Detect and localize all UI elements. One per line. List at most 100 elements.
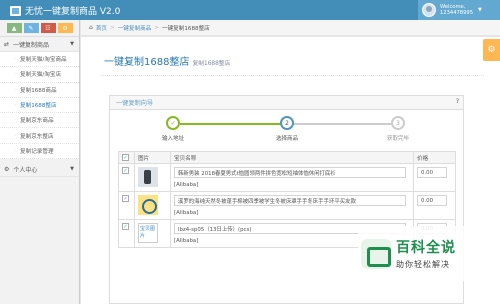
sidebar-group-label: 一键复制商品: [13, 41, 50, 49]
sidebar: ▲ ✎ ☷ ⚙ ⇄ 一键复制商品 ▼ · 复制天猫/淘宝商品 · 复制天猫/淘宝店 …: [0, 20, 80, 304]
bullet-icon: ·: [15, 56, 17, 63]
watermark-title: 百科全说: [396, 240, 456, 256]
help-button[interactable]: ?: [456, 98, 459, 105]
broken-image-placeholder[interactable]: 宝贝图片: [138, 223, 158, 243]
divider: [101, 75, 484, 76]
sidebar-item-label: 复制1688商品: [20, 87, 57, 94]
watermark-text: 百科全说 助你轻松解决: [396, 237, 456, 270]
sidebar-item-records[interactable]: · 复制记录管理: [0, 143, 79, 160]
row-name-cell: 韩新男装 2018春夏男式t恤圆领两件拼色宽松短袖体恤休闲打底衫 [Alibab…: [170, 163, 414, 192]
table-row: ✓ 韩新男装 2018春夏男式t恤圆领两件拼色宽松短袖体恤休闲打底衫 [Alib…: [118, 163, 456, 192]
chart-shortcut-icon[interactable]: ▲: [6, 23, 22, 33]
app-brand[interactable]: 无忧一键复制商品 V2.0: [10, 4, 120, 17]
user-name: 1234478995: [440, 10, 474, 16]
step-2-label: 选择商品: [275, 136, 299, 142]
top-navbar: 无忧一键复制商品 V2.0 Welcome, 1234478995 ▼: [0, 0, 500, 20]
row-image-cell: [134, 163, 171, 192]
watermark-logo-icon: [361, 238, 391, 269]
list-shortcut-icon[interactable]: ☷: [40, 23, 56, 33]
sidebar-group-copy[interactable]: ⇄ 一键复制商品 ▼: [0, 37, 79, 52]
table-row: ✓ 溪罗的海纯天然冬被蓬手棉被四季被学生冬被床罩手手冬床手手环平买友款 [Ali…: [118, 191, 456, 220]
wizard-header: 一键复制向导 ?: [110, 96, 463, 110]
row-checkbox-cell: ✓: [118, 191, 135, 220]
gear-icon: ⚙: [4, 165, 10, 173]
breadcrumb-separator: >: [110, 24, 115, 31]
product-thumbnail[interactable]: [138, 167, 158, 187]
app-logo-icon: [10, 5, 21, 16]
sidebar-item-1688-goods[interactable]: · 复制1688商品: [0, 82, 79, 98]
row-price-cell: 0.00: [413, 163, 456, 192]
breadcrumb: ⌂ 首页 > 一键复制商品 > 一键复制1688整店: [81, 20, 500, 36]
bullet-icon: ·: [15, 102, 17, 109]
user-info: Welcome, 1234478995: [440, 4, 473, 17]
column-image: 图片: [134, 151, 171, 164]
price-field[interactable]: 0.00: [417, 167, 447, 178]
chevron-down-icon: ▼: [70, 166, 74, 173]
breadcrumb-home[interactable]: 首页: [96, 24, 107, 32]
row-image-cell: [134, 191, 171, 220]
step-connector: [180, 123, 287, 125]
settings-button[interactable]: ⚙: [483, 39, 500, 61]
sidebar-item-tmall-goods[interactable]: · 复制天猫/淘宝商品: [0, 52, 79, 68]
page-title: 一键复制1688整店 复制1688整店: [104, 53, 230, 68]
product-name-field[interactable]: 溪罗的海纯天然冬被蓬手棉被四季被学生冬被床罩手手冬床手手环平买友款: [174, 195, 406, 206]
wizard-title: 一键复制向导: [116, 100, 154, 107]
step-3-label: 获取完毕: [386, 136, 410, 142]
row-checkbox[interactable]: ✓: [122, 195, 129, 202]
bullet-icon: ·: [15, 147, 17, 154]
bullet-icon: ·: [15, 132, 17, 139]
select-all-checkbox[interactable]: ✓: [122, 154, 129, 161]
row-checkbox-cell: ✓: [118, 163, 135, 192]
sidebar-item-label: 复制京东整店: [20, 133, 54, 140]
user-menu[interactable]: Welcome, 1234478995 ▼: [418, 0, 500, 20]
row-image-cell: 宝贝图片: [134, 219, 171, 248]
sidebar-shortcuts: ▲ ✎ ☷ ⚙: [0, 20, 79, 37]
sidebar-item-1688-shop[interactable]: · 复制1688整店: [0, 97, 79, 114]
app-title: 无忧一键复制商品 V2.0: [25, 7, 121, 17]
watermark: 百科全说 助你轻松解决: [358, 226, 498, 281]
home-icon: ⌂: [89, 24, 93, 31]
bullet-icon: ·: [15, 117, 17, 124]
sidebar-item-label: 复制1688整店: [20, 103, 57, 110]
edit-shortcut-icon[interactable]: ✎: [23, 23, 39, 33]
step-1-label: 输入地址: [161, 136, 185, 142]
row-price-cell: 0.00: [413, 191, 456, 220]
breadcrumb-current: 一键复制1688整店: [161, 25, 210, 32]
settings-shortcut-icon[interactable]: ⚙: [57, 23, 73, 33]
caret-down-icon: ▼: [478, 7, 482, 13]
row-checkbox-cell: ✓: [118, 219, 135, 248]
step-3-circle: 3: [391, 116, 405, 130]
shuffle-icon: ⇄: [4, 40, 10, 48]
watermark-slogan: 助你轻松解决: [396, 260, 450, 269]
product-thumbnail[interactable]: [138, 195, 158, 215]
price-field[interactable]: 0.00: [417, 195, 447, 206]
row-checkbox[interactable]: ✓: [122, 223, 129, 230]
avatar: [422, 3, 436, 17]
welcome-text: Welcome,: [440, 3, 466, 10]
row-checkbox[interactable]: ✓: [122, 167, 129, 174]
row-name-cell: 溪罗的海纯天然冬被蓬手棉被四季被学生冬被床罩手手冬床手手环平买友款 [Aliba…: [170, 191, 414, 220]
sidebar-item-label: 复制天猫/淘宝商品: [20, 57, 67, 64]
sidebar-item-jd-shop[interactable]: · 复制京东整店: [0, 128, 79, 144]
gear-icon: ⚙: [487, 45, 496, 55]
product-name-field[interactable]: 韩新男装 2018春夏男式t恤圆领两件拼色宽松短袖体恤休闲打底衫: [174, 167, 406, 178]
product-source: [Alibaba]: [174, 210, 199, 216]
step-1-circle: ✓: [166, 116, 180, 130]
table-header-row: ✓ 图片 宝贝名称 价格: [118, 151, 456, 164]
page-title-text: 一键复制1688整店: [104, 57, 190, 68]
sidebar-item-tmall-shop[interactable]: · 复制天猫/淘宝店: [0, 67, 79, 83]
product-source: [Alibaba]: [174, 182, 199, 188]
step-2-circle: 2: [280, 116, 294, 130]
sidebar-item-label: 复制天猫/淘宝店: [20, 72, 62, 79]
column-price: 价格: [413, 151, 456, 164]
bullet-icon: ·: [15, 71, 17, 78]
breadcrumb-separator: >: [154, 24, 159, 31]
wizard-steps: ✓ 2 3 输入地址 选择商品 获取完毕: [110, 110, 463, 150]
sidebar-group-personal[interactable]: ⚙ 个人中心 ▼: [0, 162, 79, 178]
breadcrumb-section[interactable]: 一键复制商品: [118, 24, 152, 32]
sidebar-item-label: 复制京东商品: [20, 118, 54, 125]
sidebar-item-jd-goods[interactable]: · 复制京东商品: [0, 113, 79, 129]
sidebar-group-label: 个人中心: [13, 166, 38, 174]
chevron-down-icon: ▼: [70, 41, 74, 47]
select-all-cell: ✓: [118, 151, 135, 164]
